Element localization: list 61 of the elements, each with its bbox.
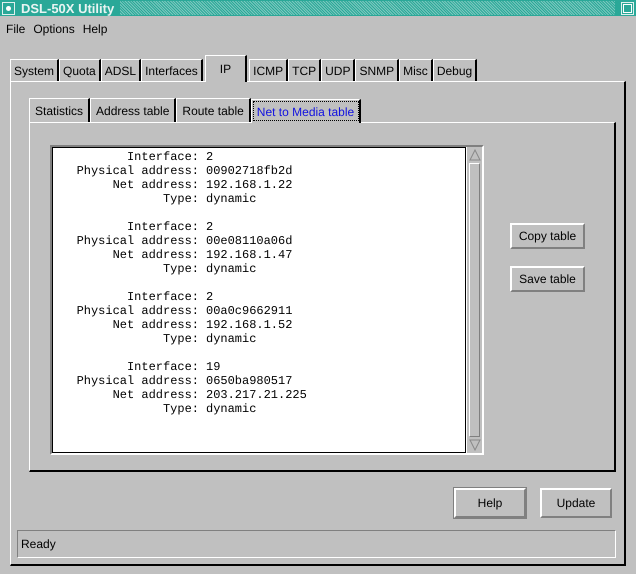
field-value: 192.168.1.47 — [206, 248, 294, 262]
field-label: Physical address: — [76, 164, 199, 178]
tab[interactable]: IP — [204, 55, 248, 82]
tab[interactable]: Debug — [432, 59, 478, 81]
scroll-up-icon[interactable] — [468, 149, 480, 161]
field-label: Physical address: — [76, 374, 199, 388]
scroll-down-icon[interactable] — [468, 439, 480, 451]
field-label: Net address: — [112, 318, 199, 332]
tab[interactable]: Statistics — [29, 98, 90, 122]
field-value: dynamic — [206, 262, 258, 276]
field-value: 2 — [206, 150, 214, 164]
field-label: Physical address: — [76, 234, 199, 248]
field-label: Interface: — [126, 150, 199, 164]
tab[interactable]: TCP — [288, 59, 322, 81]
tab[interactable]: Interfaces — [141, 59, 203, 81]
field-label: Net address: — [112, 248, 199, 262]
field-label: Interface: — [126, 360, 199, 374]
table-button[interactable]: Save table — [510, 266, 585, 292]
table-button[interactable]: Copy table — [510, 223, 585, 249]
field-value: 00e08110a06d — [206, 234, 294, 248]
field-label: Type: — [162, 402, 199, 416]
tab[interactable]: Misc — [399, 59, 433, 81]
field-label: Interface: — [126, 290, 199, 304]
field-value: 203.217.21.225 — [206, 388, 308, 402]
field-label: Physical address: — [76, 304, 199, 318]
maximize-icon[interactable] — [621, 2, 634, 14]
field-value: 19 — [206, 360, 222, 374]
field-label: Net address: — [112, 388, 199, 402]
field-value: dynamic — [206, 332, 258, 346]
field-value: 192.168.1.22 — [206, 178, 294, 192]
tab[interactable]: ICMP — [249, 59, 288, 81]
field-value: dynamic — [206, 192, 258, 206]
status-bar: Ready — [17, 530, 616, 558]
tab[interactable]: SNMP — [355, 59, 400, 81]
field-label: Net address: — [112, 178, 199, 192]
field-value: 192.168.1.52 — [206, 318, 294, 332]
scroll-thumb[interactable] — [469, 163, 480, 437]
tab[interactable]: UDP — [321, 59, 356, 81]
field-value: 00902718fb2d — [206, 164, 294, 178]
field-label: Type: — [162, 332, 199, 346]
tab[interactable]: Address table — [90, 98, 176, 122]
tab[interactable]: Quota — [59, 59, 101, 81]
menu-item[interactable]: File — [6, 22, 26, 36]
window-menu-icon[interactable] — [2, 2, 15, 14]
dialog-button[interactable]: Update — [540, 488, 612, 518]
field-label: Interface: — [126, 220, 199, 234]
field-value: 2 — [206, 290, 214, 304]
field-value: 0650ba980517 — [206, 374, 294, 388]
window-title: DSL-50X Utility — [21, 0, 114, 16]
scrollbar[interactable] — [466, 147, 482, 453]
menu-item[interactable]: Options — [33, 22, 75, 36]
field-label: Type: — [162, 192, 199, 206]
menu-item[interactable]: Help — [82, 22, 108, 36]
field-value: dynamic — [206, 402, 258, 416]
tab[interactable]: ADSL — [100, 59, 142, 81]
tab[interactable]: System — [10, 59, 60, 81]
dialog-button[interactable]: Help — [454, 488, 526, 518]
field-label: Type: — [162, 262, 199, 276]
field-value: 2 — [206, 220, 214, 234]
field-value: 00a0c9662911 — [206, 304, 294, 318]
tab[interactable]: Net to Media table — [250, 99, 362, 123]
